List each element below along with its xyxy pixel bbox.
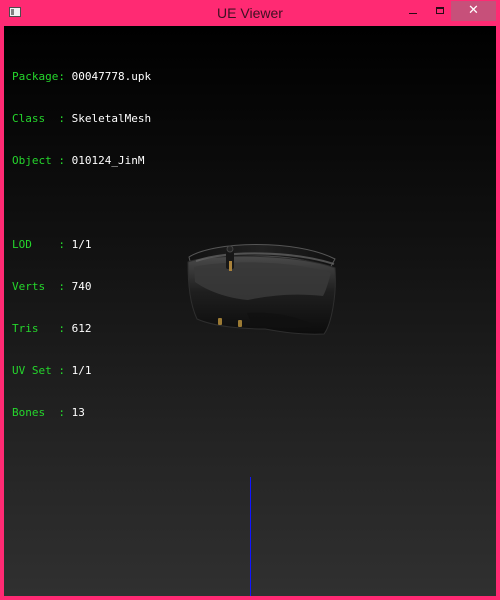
- object-label: Object: [12, 154, 52, 167]
- lod-colon: :: [58, 238, 65, 251]
- ue-viewer-window: UE Viewer ✕ Package: 00047778.upk Class …: [0, 0, 500, 600]
- package-label: Package:: [12, 70, 65, 83]
- uv-set-row: UV Set : 1/1: [12, 364, 151, 378]
- bones-colon: :: [58, 406, 65, 419]
- lod-row: LOD : 1/1: [12, 238, 151, 252]
- object-row: Object : 010124_JinM: [12, 154, 151, 168]
- class-colon: :: [58, 112, 65, 125]
- uv-set-value: 1/1: [71, 364, 92, 377]
- object-value: 010124_JinM: [71, 154, 145, 167]
- verts-colon: :: [58, 280, 65, 293]
- uv-set-label: UV Set: [12, 364, 52, 377]
- verts-row: Verts : 740: [12, 280, 151, 294]
- class-row: Class : SkeletalMesh: [12, 112, 151, 126]
- vertical-axis-line: [250, 477, 251, 596]
- verts-label: Verts: [12, 280, 46, 293]
- package-value: 00047778.upk: [71, 70, 152, 83]
- minimize-button[interactable]: [398, 1, 428, 21]
- package-row: Package: 00047778.upk: [12, 70, 151, 84]
- mesh-viewport[interactable]: Package: 00047778.upk Class : SkeletalMe…: [4, 26, 496, 596]
- lod-value: 1/1: [71, 238, 92, 251]
- mesh-info-overlay: Package: 00047778.upk Class : SkeletalMe…: [12, 42, 151, 448]
- object-colon: :: [58, 154, 65, 167]
- minimize-icon: [409, 13, 417, 14]
- tris-value: 612: [71, 322, 92, 335]
- gold-tag-left: [218, 318, 222, 325]
- close-icon: ✕: [468, 3, 479, 18]
- close-button[interactable]: ✕: [451, 1, 496, 21]
- bones-value: 13: [71, 406, 85, 419]
- bones-label: Bones: [12, 406, 46, 419]
- class-value: SkeletalMesh: [71, 112, 152, 125]
- bones-row: Bones : 13: [12, 406, 151, 420]
- buckle-ring-top: [226, 245, 234, 253]
- uv-set-colon: :: [58, 364, 65, 377]
- gold-tag-right: [238, 320, 242, 327]
- class-label: Class: [12, 112, 46, 125]
- gold-buckle: [229, 261, 232, 271]
- lod-label: LOD: [12, 238, 32, 251]
- tris-colon: :: [58, 322, 65, 335]
- maximize-icon: [436, 7, 444, 14]
- window-titlebar[interactable]: UE Viewer ✕: [4, 0, 496, 26]
- tris-label: Tris: [12, 322, 39, 335]
- tris-row: Tris : 612: [12, 322, 151, 336]
- skeletal-mesh-belt-model[interactable]: [180, 234, 338, 350]
- verts-value: 740: [71, 280, 92, 293]
